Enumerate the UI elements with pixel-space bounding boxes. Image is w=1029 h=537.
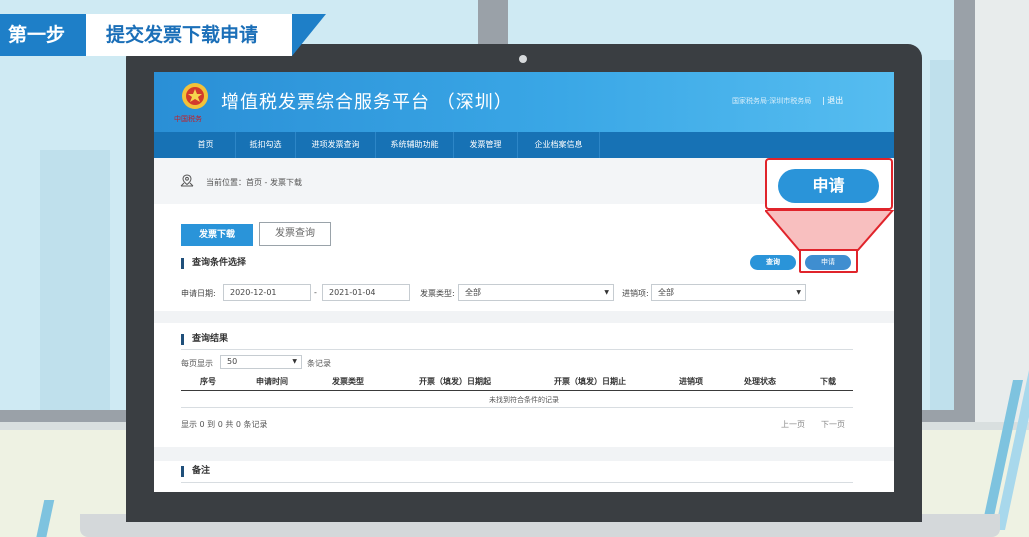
section-divider bbox=[154, 447, 894, 461]
nav-item-deduction[interactable]: 抵扣勾选 bbox=[236, 132, 296, 158]
apply-button-highlight bbox=[799, 249, 858, 273]
emblem-caption: 中国税务 bbox=[174, 115, 202, 123]
chevron-down-icon: ▼ bbox=[604, 289, 609, 296]
query-button[interactable]: 查询 bbox=[750, 255, 796, 270]
results-section-title: 查询结果 bbox=[181, 334, 228, 345]
date-to-input[interactable]: 2021-01-04 bbox=[322, 284, 410, 301]
location-icon bbox=[180, 174, 194, 187]
tab-invoice-download[interactable]: 发票下载 bbox=[181, 224, 253, 246]
apply-date-label: 申请日期: bbox=[181, 289, 216, 298]
nav-item-input-invoice-query[interactable]: 进项发票查询 bbox=[296, 132, 376, 158]
column-header: 进销项 bbox=[679, 377, 703, 386]
apply-button-magnified[interactable]: 申请 bbox=[778, 169, 879, 203]
step-title: 提交发票下载申请 bbox=[86, 14, 292, 56]
page-size-prefix: 每页显示 bbox=[181, 359, 213, 368]
nav-item-home[interactable]: 首页 bbox=[176, 132, 236, 158]
site-header: 中国税务 增值税发票综合服务平台 （深圳） 国家税务局·深圳市税务局 | 退出 bbox=[154, 72, 894, 132]
prev-page-link[interactable]: 上一页 bbox=[781, 419, 805, 430]
tax-emblem-icon bbox=[182, 83, 208, 109]
callout-connector bbox=[765, 210, 895, 251]
page-size-suffix: 条记录 bbox=[307, 359, 331, 368]
next-page-link[interactable]: 下一页 bbox=[821, 419, 845, 430]
step-badge: 第一步 bbox=[0, 14, 86, 56]
invoice-type-value: 全部 bbox=[465, 288, 481, 297]
empty-message: 未找到符合条件的记录 bbox=[489, 396, 559, 404]
query-section-title: 查询条件选择 bbox=[181, 258, 246, 269]
column-header: 发票类型 bbox=[332, 377, 364, 386]
column-header: 处理状态 bbox=[744, 377, 776, 386]
invoice-type-label: 发票类型: bbox=[420, 289, 455, 298]
table-bottom-rule bbox=[181, 407, 853, 408]
laptop-camera bbox=[519, 55, 527, 63]
chevron-down-icon: ▼ bbox=[796, 289, 801, 296]
date-from-input[interactable]: 2020-12-01 bbox=[223, 284, 311, 301]
section-divider bbox=[154, 311, 894, 323]
column-header: 申请时间 bbox=[256, 377, 288, 386]
page-size-value: 50 bbox=[227, 357, 238, 366]
chevron-down-icon: ▼ bbox=[292, 358, 297, 365]
app-screen: 中国税务 增值税发票综合服务平台 （深圳） 国家税务局·深圳市税务局 | 退出 … bbox=[154, 72, 894, 492]
date-separator: - bbox=[314, 288, 317, 297]
results-summary: 显示 0 到 0 共 0 条记录 bbox=[181, 420, 268, 429]
main-nav: 首页 抵扣勾选 进项发票查询 系统辅助功能 发票管理 企业档案信息 bbox=[154, 132, 894, 158]
invoice-type-select[interactable]: 全部 ▼ bbox=[458, 284, 614, 301]
nav-item-invoice-management[interactable]: 发票管理 bbox=[454, 132, 518, 158]
column-header: 下载 bbox=[820, 377, 836, 386]
column-header: 开票（填发）日期止 bbox=[554, 377, 626, 386]
user-info: 国家税务局·深圳市税务局 bbox=[732, 97, 812, 105]
table-header-rule bbox=[181, 390, 853, 391]
input-output-label: 进销项: bbox=[622, 289, 649, 298]
tab-invoice-query[interactable]: 发票查询 bbox=[259, 222, 331, 246]
remarks-section-title: 备注 bbox=[181, 466, 210, 477]
nav-item-system-tools[interactable]: 系统辅助功能 bbox=[376, 132, 454, 158]
step-banner-tail bbox=[292, 14, 326, 56]
input-output-value: 全部 bbox=[658, 288, 674, 297]
page-size-select[interactable]: 50 ▼ bbox=[220, 355, 302, 369]
logout-link[interactable]: | 退出 bbox=[822, 95, 843, 106]
column-header: 开票（填发）日期起 bbox=[419, 377, 491, 386]
results-divider bbox=[181, 349, 853, 350]
column-header: 序号 bbox=[200, 377, 216, 386]
background-building bbox=[930, 60, 954, 410]
nav-item-company-profile[interactable]: 企业档案信息 bbox=[518, 132, 600, 158]
laptop: 中国税务 增值税发票综合服务平台 （深圳） 国家税务局·深圳市税务局 | 退出 … bbox=[126, 44, 922, 522]
input-output-select[interactable]: 全部 ▼ bbox=[651, 284, 806, 301]
site-title: 增值税发票综合服务平台 （深圳） bbox=[221, 92, 513, 113]
background-building bbox=[40, 150, 110, 410]
remarks-divider bbox=[181, 482, 853, 483]
breadcrumb: 当前位置：首页 - 发票下载 bbox=[206, 178, 302, 187]
